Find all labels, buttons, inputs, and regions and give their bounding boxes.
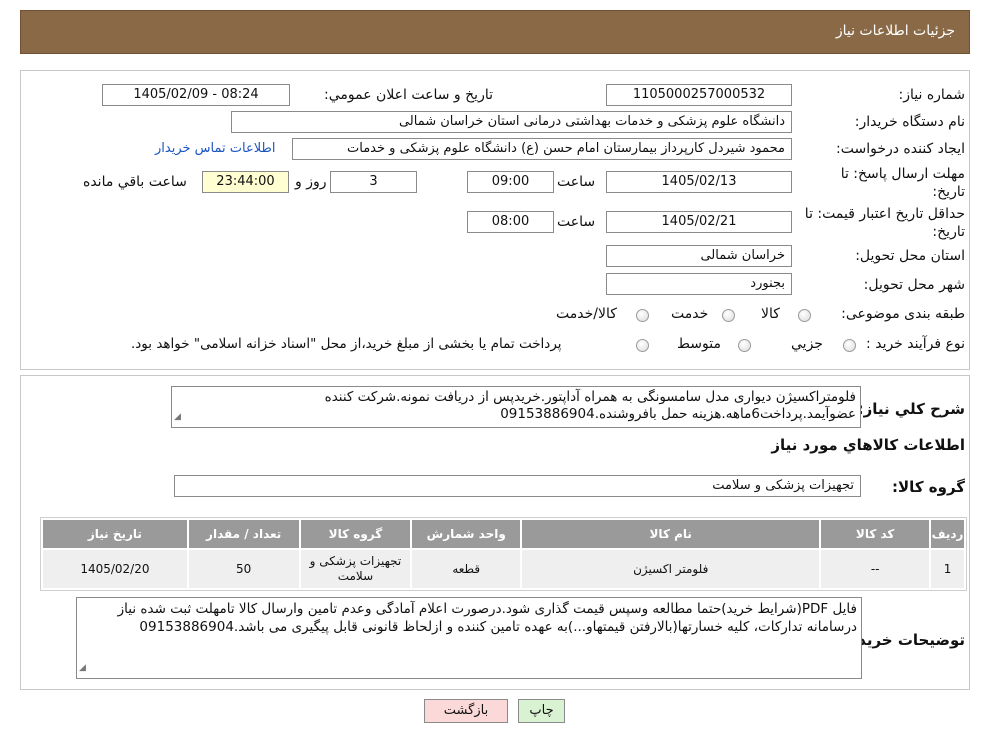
requester-field: محمود شیردل کارپرداز بیمارستان امام حسن … bbox=[292, 138, 792, 160]
col-item-code: کد کالا bbox=[819, 518, 932, 550]
process-treasury-note: پرداخت تمام يا بخشی از مبلغ خريد،از محل … bbox=[131, 336, 562, 352]
days-field: 3 bbox=[330, 171, 417, 193]
requester-label: ايجاد کننده درخواست: bbox=[836, 141, 965, 157]
deadline-time-field: 09:00 bbox=[467, 171, 554, 193]
deadline-label: مهلت ارسال پاسخ: تا تاريخ: bbox=[840, 166, 965, 200]
announce-field: 1405/02/09 - 08:24 bbox=[102, 84, 290, 106]
validity-label: حداقل تاريخ اعتبار قيمت: تا تاريخ: bbox=[804, 206, 965, 240]
process-medium-text: متوسط bbox=[677, 336, 721, 352]
buyer-org-field: دانشگاه علوم پزشکی و خدمات بهداشتی درمان… bbox=[231, 111, 792, 133]
process-medium-radio[interactable] bbox=[738, 339, 751, 352]
category-goods-text: کالا bbox=[761, 306, 780, 322]
description-label: شرح کلي نياز: bbox=[857, 400, 965, 418]
col-item-name: نام کالا bbox=[520, 518, 822, 550]
days-label: روز و bbox=[295, 174, 327, 190]
remaining-time-field: 23:44:00 bbox=[202, 171, 289, 193]
buyer-org-label: نام دستگاه خريدار: bbox=[854, 114, 965, 130]
category-goods-service-radio[interactable] bbox=[636, 309, 649, 322]
category-goods-radio[interactable] bbox=[798, 309, 811, 322]
resize-grip-icon[interactable]: ◢ bbox=[174, 409, 181, 426]
city-field: بجنورد bbox=[606, 273, 792, 295]
cell-unit: قطعه bbox=[410, 548, 523, 590]
print-button[interactable]: چاپ bbox=[518, 699, 565, 723]
process-treasury-checkbox[interactable] bbox=[636, 339, 649, 352]
category-service-radio[interactable] bbox=[722, 309, 735, 322]
category-goods-service-text: کالا/خدمت bbox=[556, 306, 617, 322]
validity-time-field: 08:00 bbox=[467, 211, 554, 233]
need-number-field: 1105000257000532 bbox=[606, 84, 792, 106]
col-need-date: تاريخ نياز bbox=[41, 518, 189, 550]
need-number-label: شماره نیاز: bbox=[898, 87, 966, 103]
validity-time-label: ساعت bbox=[557, 214, 596, 230]
cell-group: تجهیزات پزشکی و سلامت bbox=[298, 548, 413, 590]
cell-need-date: 1405/02/20 bbox=[41, 548, 189, 590]
cell-row-number: 1 bbox=[929, 548, 966, 590]
cell-item-name: فلومتر اکسیژن bbox=[520, 548, 822, 590]
cell-quantity: 50 bbox=[186, 548, 301, 590]
page-title: جزئیات اطلاعات نیاز bbox=[835, 23, 955, 39]
buyer-notes-textarea[interactable]: فایل PDF(شرایط خرید)حتما مطالعه وسپس قیم… bbox=[76, 597, 862, 679]
cell-item-code: -- bbox=[819, 548, 932, 590]
category-service-text: خدمت bbox=[671, 306, 709, 322]
page-header: جزئیات اطلاعات نیاز bbox=[20, 10, 970, 54]
city-label: شهر محل تحويل: bbox=[863, 277, 965, 293]
goods-group-label: گروه کالا: bbox=[892, 478, 965, 496]
col-quantity: تعداد / مقدار bbox=[186, 518, 301, 550]
description-textarea[interactable]: فلومتراکسیژن دیواری مدل سامسونگی به همرا… bbox=[171, 386, 861, 428]
description-text: فلومتراکسیژن دیواری مدل سامسونگی به همرا… bbox=[324, 389, 856, 422]
goods-group-field: تجهيزات پزشکی و سلامت bbox=[174, 475, 861, 497]
province-label: استان محل تحويل: bbox=[855, 248, 965, 264]
buyer-contact-link[interactable]: اطلاعات تماس خريدار bbox=[155, 141, 275, 156]
deadline-time-label: ساعت bbox=[557, 174, 596, 190]
category-label: طبقه بندی موضوعی: bbox=[841, 306, 965, 322]
remaining-label: ساعت باقي مانده bbox=[83, 174, 187, 190]
buyer-notes-text: فایل PDF(شرایط خرید)حتما مطالعه وسپس قیم… bbox=[117, 601, 857, 635]
resize-grip-icon[interactable]: ◢ bbox=[79, 659, 86, 677]
need-details-panel: شماره نیاز: 1105000257000532 تاریخ و ساع… bbox=[20, 70, 970, 370]
table-row: 1 -- فلومتر اکسیژن قطعه تجهیزات پزشکی و … bbox=[41, 548, 966, 590]
goods-table: رديف کد کالا نام کالا واحد شمارش گروه کا… bbox=[40, 517, 967, 591]
announce-label: تاریخ و ساعت اعلان عمومي: bbox=[324, 87, 493, 103]
goods-table-header: رديف کد کالا نام کالا واحد شمارش گروه کا… bbox=[41, 518, 966, 550]
col-unit: واحد شمارش bbox=[410, 518, 523, 550]
province-field: خراسان شمالی bbox=[606, 245, 792, 267]
process-label: نوع فرآيند خريد : bbox=[866, 336, 965, 352]
process-minor-text: جزيي bbox=[791, 336, 823, 352]
back-button[interactable]: بازگشت bbox=[424, 699, 508, 723]
deadline-date-field: 1405/02/13 bbox=[606, 171, 792, 193]
col-group: گروه کالا bbox=[298, 518, 413, 550]
goods-section-title: اطلاعات کالاهاي مورد نياز bbox=[771, 436, 965, 454]
process-minor-radio[interactable] bbox=[843, 339, 856, 352]
col-row-number: رديف bbox=[929, 518, 966, 550]
goods-panel: شرح کلي نياز: فلومتراکسیژن دیواری مدل سا… bbox=[20, 375, 970, 690]
validity-date-field: 1405/02/21 bbox=[606, 211, 792, 233]
